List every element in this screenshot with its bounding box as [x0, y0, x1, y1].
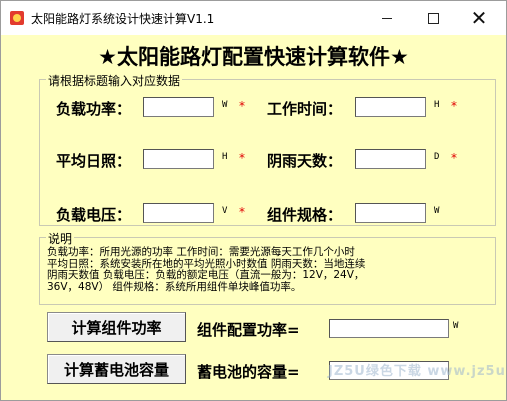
battery-capacity-result-label: 蓄电池的容量= [197, 363, 300, 381]
panel-power-result-field[interactable] [329, 319, 449, 338]
module-spec-unit: W [434, 206, 440, 216]
page-title: ★太阳能路灯配置快速计算软件★ [98, 45, 409, 69]
module-spec-input[interactable] [355, 203, 426, 223]
module-spec-label: 组件规格： [267, 206, 343, 224]
work-time-required: * [451, 99, 457, 113]
input-groupbox-legend: 请根据标题输入对应数据 [46, 72, 183, 89]
app-window: 太阳能路灯系统设计快速计算V1.1 ✕ ★太阳能路灯配置快速计算软件★ 请根据标… [0, 0, 507, 401]
panel-power-result-label: 组件配置功率= [197, 321, 300, 339]
work-time-label: 工作时间： [267, 100, 343, 118]
work-time-input[interactable] [355, 97, 426, 117]
close-icon: ✕ [470, 6, 488, 30]
load-voltage-required: * [239, 205, 245, 219]
minimize-icon [382, 17, 392, 19]
close-button[interactable]: ✕ [456, 1, 502, 35]
calculate-battery-capacity-button[interactable]: 计算蓄电池容量 [47, 354, 186, 384]
window-title: 太阳能路灯系统设计快速计算V1.1 [31, 12, 215, 26]
load-power-input[interactable] [143, 97, 214, 117]
note-text: 负载功率：所用光源的功率 工作时间：需要光源每天工作几个小时 平均日照：系统安装… [47, 246, 494, 293]
rainy-days-input[interactable] [355, 149, 426, 169]
note-groupbox-legend: 说明 [46, 230, 75, 247]
work-time-unit: H [434, 100, 440, 110]
note-line: 阴雨天数值 负载电压：负载的额定电压（直流一般为：12V，24V， [47, 269, 365, 281]
load-power-unit: W [222, 100, 228, 110]
avg-sunshine-required: * [239, 151, 245, 165]
rainy-days-required: * [451, 151, 457, 165]
load-power-label: 负载功率： [56, 100, 132, 118]
panel-power-unit: W [453, 321, 459, 331]
load-voltage-unit: V [222, 206, 228, 216]
load-power-required: * [239, 99, 245, 113]
sun-app-icon [10, 11, 24, 25]
avg-sunshine-label: 平均日照： [56, 152, 132, 170]
note-line: 36V，48V） 组件规格：系统所用组件单块峰值功率。 [47, 280, 302, 293]
avg-sunshine-input[interactable] [143, 149, 214, 169]
load-voltage-label: 负载电压： [56, 206, 132, 224]
site-watermark: JZ5U绿色下载 www.jz5u.com [328, 364, 506, 379]
minimize-button[interactable] [364, 1, 410, 35]
rainy-days-label: 阴雨天数： [267, 152, 343, 170]
maximize-button[interactable] [410, 1, 456, 35]
note-line: 负载功率：所用光源的功率 工作时间：需要光源每天工作几个小时 [47, 246, 355, 258]
rainy-days-unit: D [434, 152, 440, 162]
calculate-panel-power-button[interactable]: 计算组件功率 [47, 312, 186, 342]
maximize-icon [427, 12, 439, 24]
title-bar: 太阳能路灯系统设计快速计算V1.1 ✕ [1, 1, 506, 35]
load-voltage-input[interactable] [143, 203, 214, 223]
avg-sunshine-unit: H [222, 152, 228, 162]
